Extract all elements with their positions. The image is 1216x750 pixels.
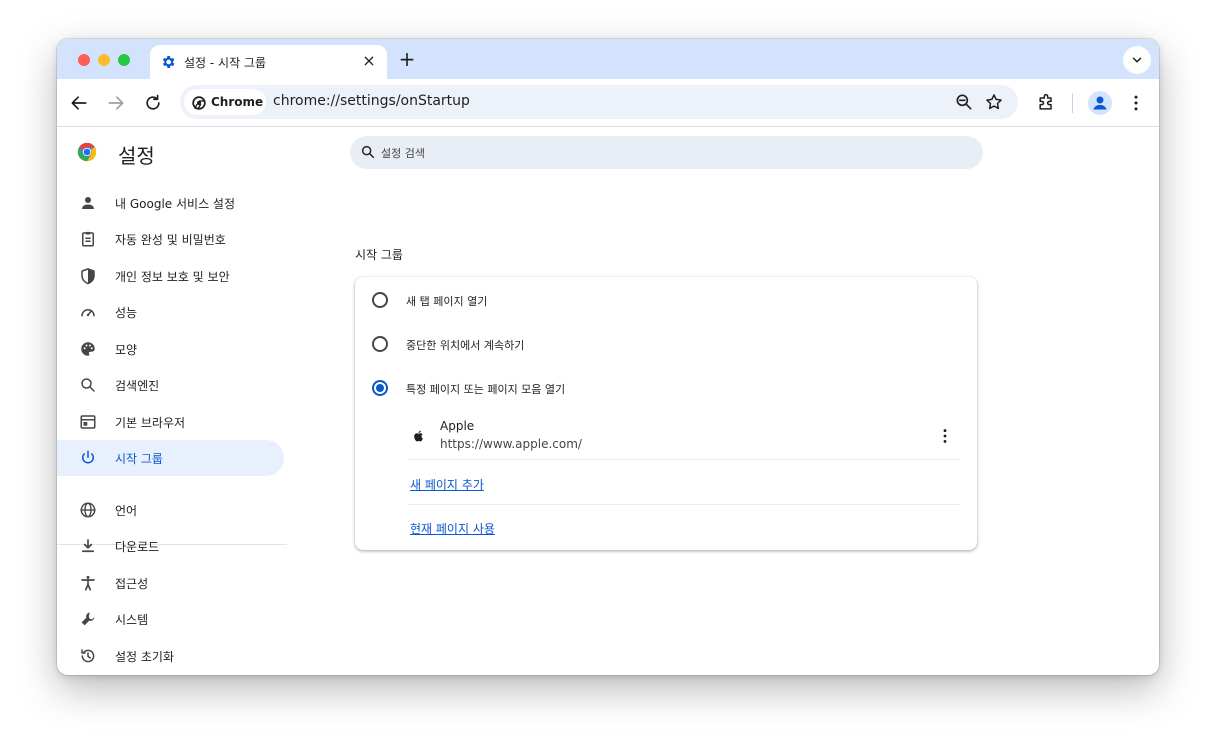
browser-window: 설정 - 시작 그룹 × + Chrome chrome://settings/…: [57, 39, 1159, 675]
radio-option-new-tab[interactable]: 새 탭 페이지 열기: [355, 277, 977, 321]
browser-icon: [79, 413, 97, 431]
radio-label: 중단한 위치에서 계속하기: [406, 339, 525, 352]
nav-item-languages[interactable]: 언어: [57, 492, 284, 528]
back-button[interactable]: [67, 91, 91, 115]
chrome-logo-icon: [77, 142, 97, 162]
chrome-logo-icon: [192, 95, 206, 110]
puzzle-icon: [1039, 93, 1052, 110]
radio-button[interactable]: [372, 336, 388, 352]
settings-page: 설정 설정 검색 내 Google 서비스 설정 자동 완성 및 비밀번호 개인…: [57, 127, 1159, 675]
add-page-row: 새 페이지 추가: [409, 461, 959, 505]
startup-page-name: Apple: [440, 419, 475, 433]
nav-label: 개인 정보 보호 및 보안: [115, 270, 230, 284]
tab-close-button[interactable]: ×: [359, 51, 379, 71]
reload-icon: [146, 94, 160, 110]
nav-label: 설정 초기화: [115, 650, 175, 664]
nav-item-performance[interactable]: 성능: [57, 294, 284, 330]
nav-label: 접근성: [115, 577, 149, 591]
more-vert-icon: [943, 429, 947, 443]
nav-label: 시스템: [115, 613, 149, 627]
nav-item-downloads[interactable]: 다운로드: [57, 528, 284, 564]
nav-item-accessibility[interactable]: 접근성: [57, 565, 284, 601]
tab-search-button[interactable]: [1123, 46, 1151, 74]
startup-options-card: 새 탭 페이지 열기 중단한 위치에서 계속하기 특정 페이지 또는 페이지 모…: [355, 277, 977, 550]
use-current-row: 현재 페이지 사용: [409, 505, 959, 549]
radio-label: 새 탭 페이지 열기: [406, 295, 488, 308]
nav-item-default-browser[interactable]: 기본 브라우저: [57, 404, 284, 440]
chevron-down-icon: [1132, 57, 1142, 63]
radio-button[interactable]: [372, 292, 388, 308]
toolbar-divider: [1072, 93, 1073, 113]
search-icon: [79, 376, 97, 394]
page-more-button[interactable]: [935, 426, 955, 446]
active-tab[interactable]: 설정 - 시작 그룹 ×: [150, 45, 387, 79]
nav-label: 검색엔진: [115, 379, 160, 393]
more-vert-icon: [1134, 95, 1138, 111]
nav-item-autofill[interactable]: 자동 완성 및 비밀번호: [57, 221, 284, 257]
add-new-page-link[interactable]: 새 페이지 추가: [410, 476, 484, 493]
nav-item-privacy[interactable]: 개인 정보 보호 및 보안: [57, 258, 284, 294]
settings-search-input[interactable]: 설정 검색: [350, 136, 983, 169]
radio-option-continue[interactable]: 중단한 위치에서 계속하기: [355, 321, 977, 365]
site-info-chip[interactable]: Chrome: [184, 89, 266, 115]
nav-item-reset[interactable]: 설정 초기화: [57, 638, 284, 674]
tab-title: 설정 - 시작 그룹: [184, 56, 267, 70]
toolbar: Chrome chrome://settings/onStartup: [57, 79, 1159, 127]
nav-item-on-startup[interactable]: 시작 그룹: [57, 440, 284, 476]
clipboard-icon: [79, 230, 97, 248]
startup-page-row: Apple https://www.apple.com/: [409, 414, 959, 460]
bookmark-star-icon[interactable]: [984, 92, 1004, 112]
profile-avatar[interactable]: [1088, 91, 1112, 115]
globe-icon: [79, 501, 97, 519]
wrench-icon: [79, 610, 97, 628]
person-icon: [79, 194, 97, 212]
palette-icon: [79, 340, 97, 358]
nav-label: 시작 그룹: [115, 452, 163, 466]
minimize-window-button[interactable]: [98, 54, 110, 66]
close-window-button[interactable]: [78, 54, 90, 66]
search-placeholder: 설정 검색: [381, 147, 425, 160]
arrow-left-icon: [71, 96, 87, 110]
new-tab-button[interactable]: +: [395, 48, 419, 72]
startup-page-url: https://www.apple.com/: [440, 437, 582, 451]
apple-logo-icon: [412, 428, 426, 442]
radio-option-specific-pages[interactable]: 특정 페이지 또는 페이지 모음 열기: [355, 365, 977, 409]
speedometer-icon: [79, 303, 97, 321]
menu-button[interactable]: [1124, 91, 1148, 115]
nav-label: 모양: [115, 343, 138, 357]
page-title: 설정: [118, 144, 155, 168]
chip-label: Chrome: [211, 95, 264, 109]
radio-label: 특정 페이지 또는 페이지 모음 열기: [406, 383, 566, 396]
nav-label: 성능: [115, 306, 138, 320]
search-icon: [361, 145, 375, 159]
url-text[interactable]: chrome://settings/onStartup: [273, 93, 470, 109]
forward-button[interactable]: [104, 91, 128, 115]
extensions-button[interactable]: [1034, 91, 1058, 115]
power-icon: [79, 449, 97, 467]
zoom-icon[interactable]: [954, 92, 974, 112]
history-icon: [79, 647, 97, 665]
tab-strip: 설정 - 시작 그룹 × +: [57, 39, 1159, 79]
nav-label: 기본 브라우저: [115, 416, 186, 430]
address-bar[interactable]: Chrome chrome://settings/onStartup: [180, 85, 1018, 119]
nav-item-appearance[interactable]: 모양: [57, 331, 284, 367]
nav-label: 내 Google 서비스 설정: [115, 197, 236, 211]
nav-label: 다운로드: [115, 540, 160, 554]
nav-label: 언어: [115, 504, 138, 518]
download-icon: [79, 537, 97, 555]
section-title: 시작 그룹: [355, 248, 403, 262]
nav-label: 자동 완성 및 비밀번호: [115, 233, 226, 247]
radio-button-checked[interactable]: [372, 380, 388, 396]
nav-item-search-engine[interactable]: 검색엔진: [57, 367, 284, 403]
use-current-pages-link[interactable]: 현재 페이지 사용: [410, 520, 495, 537]
zoom-window-button[interactable]: [118, 54, 130, 66]
accessibility-icon: [79, 574, 97, 592]
person-icon: [1093, 96, 1107, 110]
gear-icon: [160, 54, 176, 70]
nav-item-system[interactable]: 시스템: [57, 601, 284, 637]
arrow-right-icon: [108, 96, 124, 110]
nav-item-google-services[interactable]: 내 Google 서비스 설정: [57, 185, 284, 221]
shield-icon: [79, 267, 97, 285]
reload-button[interactable]: [141, 91, 165, 115]
